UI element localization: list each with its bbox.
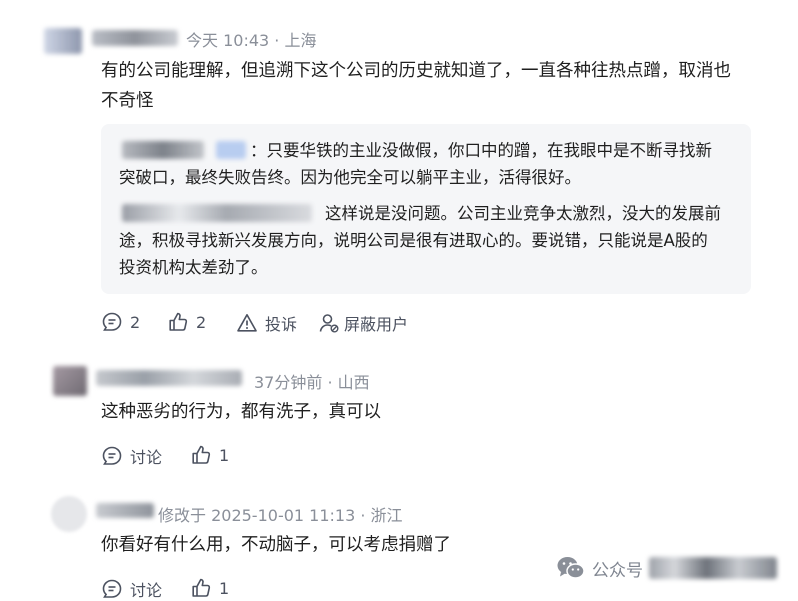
reply-count: 2 — [130, 312, 141, 332]
discuss-label: 讨论 — [130, 448, 163, 467]
warning-icon — [237, 314, 257, 332]
comment-meta: 修改于 2025-10-01 11:13 · 浙江 — [158, 506, 403, 525]
watermark: 公众号 — [556, 555, 777, 581]
reply-text-line: 途，积极寻找新兴发展方向，说明公司是很有进取心的。要说错，只能说是A股的 — [119, 231, 708, 250]
reply-text-line: 突破口，最终失败告终。因为他完全可以躺平主业，活得很好。 — [119, 168, 581, 187]
like-count: 1 — [219, 445, 230, 465]
username[interactable] — [92, 30, 178, 46]
like-button[interactable]: 2 — [167, 311, 206, 333]
like-button[interactable]: 1 — [190, 444, 229, 466]
avatar[interactable] — [53, 366, 87, 396]
block-user-button[interactable]: 屏蔽用户 — [318, 311, 408, 335]
watermark-account — [649, 557, 777, 579]
avatar[interactable] — [44, 28, 82, 54]
discuss-label: 讨论 — [130, 581, 163, 600]
username[interactable] — [96, 503, 154, 518]
like-icon — [192, 578, 211, 597]
comment-icon — [102, 579, 122, 598]
comment-icon — [102, 312, 122, 331]
like-icon — [192, 445, 211, 464]
watermark-label: 公众号 — [592, 560, 643, 581]
block-user-icon — [319, 314, 339, 333]
reply-text-line: 这样说是没问题。公司主业竞争太激烈，没大的发展前 — [325, 204, 721, 223]
reply-username[interactable] — [122, 141, 204, 159]
comment-text-line: 不奇怪 — [101, 91, 154, 111]
comment-text: 有的公司能理解，但追溯下这个公司的历史就知道了，一直各种往热点蹭，取消也 不奇怪 — [101, 56, 761, 116]
discuss-button[interactable]: 讨论 — [101, 577, 162, 601]
avatar[interactable] — [51, 496, 87, 532]
comment-meta: 37分钟前 · 山西 — [254, 373, 370, 392]
report-label: 投诉 — [265, 315, 298, 334]
comment-text: 这种恶劣的行为，都有洗子，真可以 — [101, 402, 381, 422]
like-button[interactable]: 1 — [190, 577, 229, 599]
comment-icon — [102, 446, 122, 465]
like-count: 1 — [219, 578, 230, 598]
like-icon — [169, 312, 188, 331]
reply-button[interactable]: 2 — [101, 311, 140, 333]
comment-meta: 今天 10:43 · 上海 — [186, 31, 317, 50]
comment-text: 你看好有什么用，不动脑子，可以考虑捐赠了 — [101, 535, 451, 555]
username[interactable] — [96, 370, 242, 386]
discuss-button[interactable]: 讨论 — [101, 444, 162, 468]
reply-text-line: 投资机构太差劲了。 — [119, 258, 268, 277]
reply-text-line: ：只要华铁的主业没做假，你口中的蹭，在我眼中是不断寻找新 — [250, 141, 712, 160]
reply-username[interactable] — [216, 141, 246, 159]
reply-username[interactable] — [122, 204, 312, 222]
comment-text-line: 有的公司能理解，但追溯下这个公司的历史就知道了，一直各种往热点蹭，取消也 — [101, 61, 731, 81]
block-user-label: 屏蔽用户 — [344, 315, 409, 334]
like-count: 2 — [196, 312, 207, 332]
wechat-icon — [557, 557, 585, 579]
report-button[interactable]: 投诉 — [236, 311, 297, 335]
